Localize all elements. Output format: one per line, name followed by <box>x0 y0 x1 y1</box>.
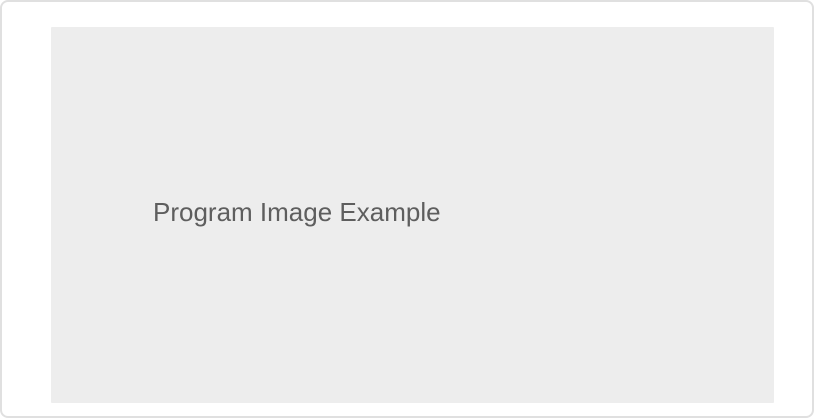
program-image-placeholder: Program Image Example <box>51 27 774 403</box>
program-image-card: Program Image Example <box>0 0 814 418</box>
placeholder-label: Program Image Example <box>153 197 441 227</box>
